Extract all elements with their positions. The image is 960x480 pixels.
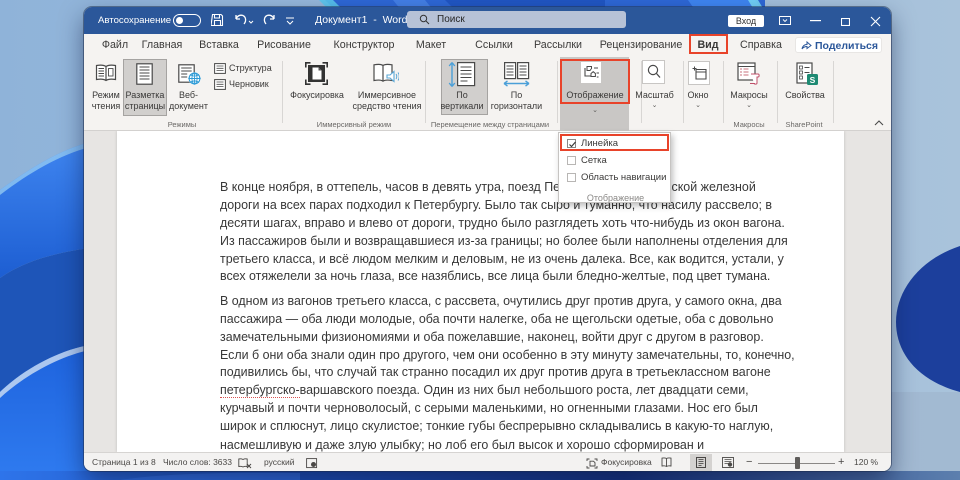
svg-text:S: S <box>810 75 816 85</box>
